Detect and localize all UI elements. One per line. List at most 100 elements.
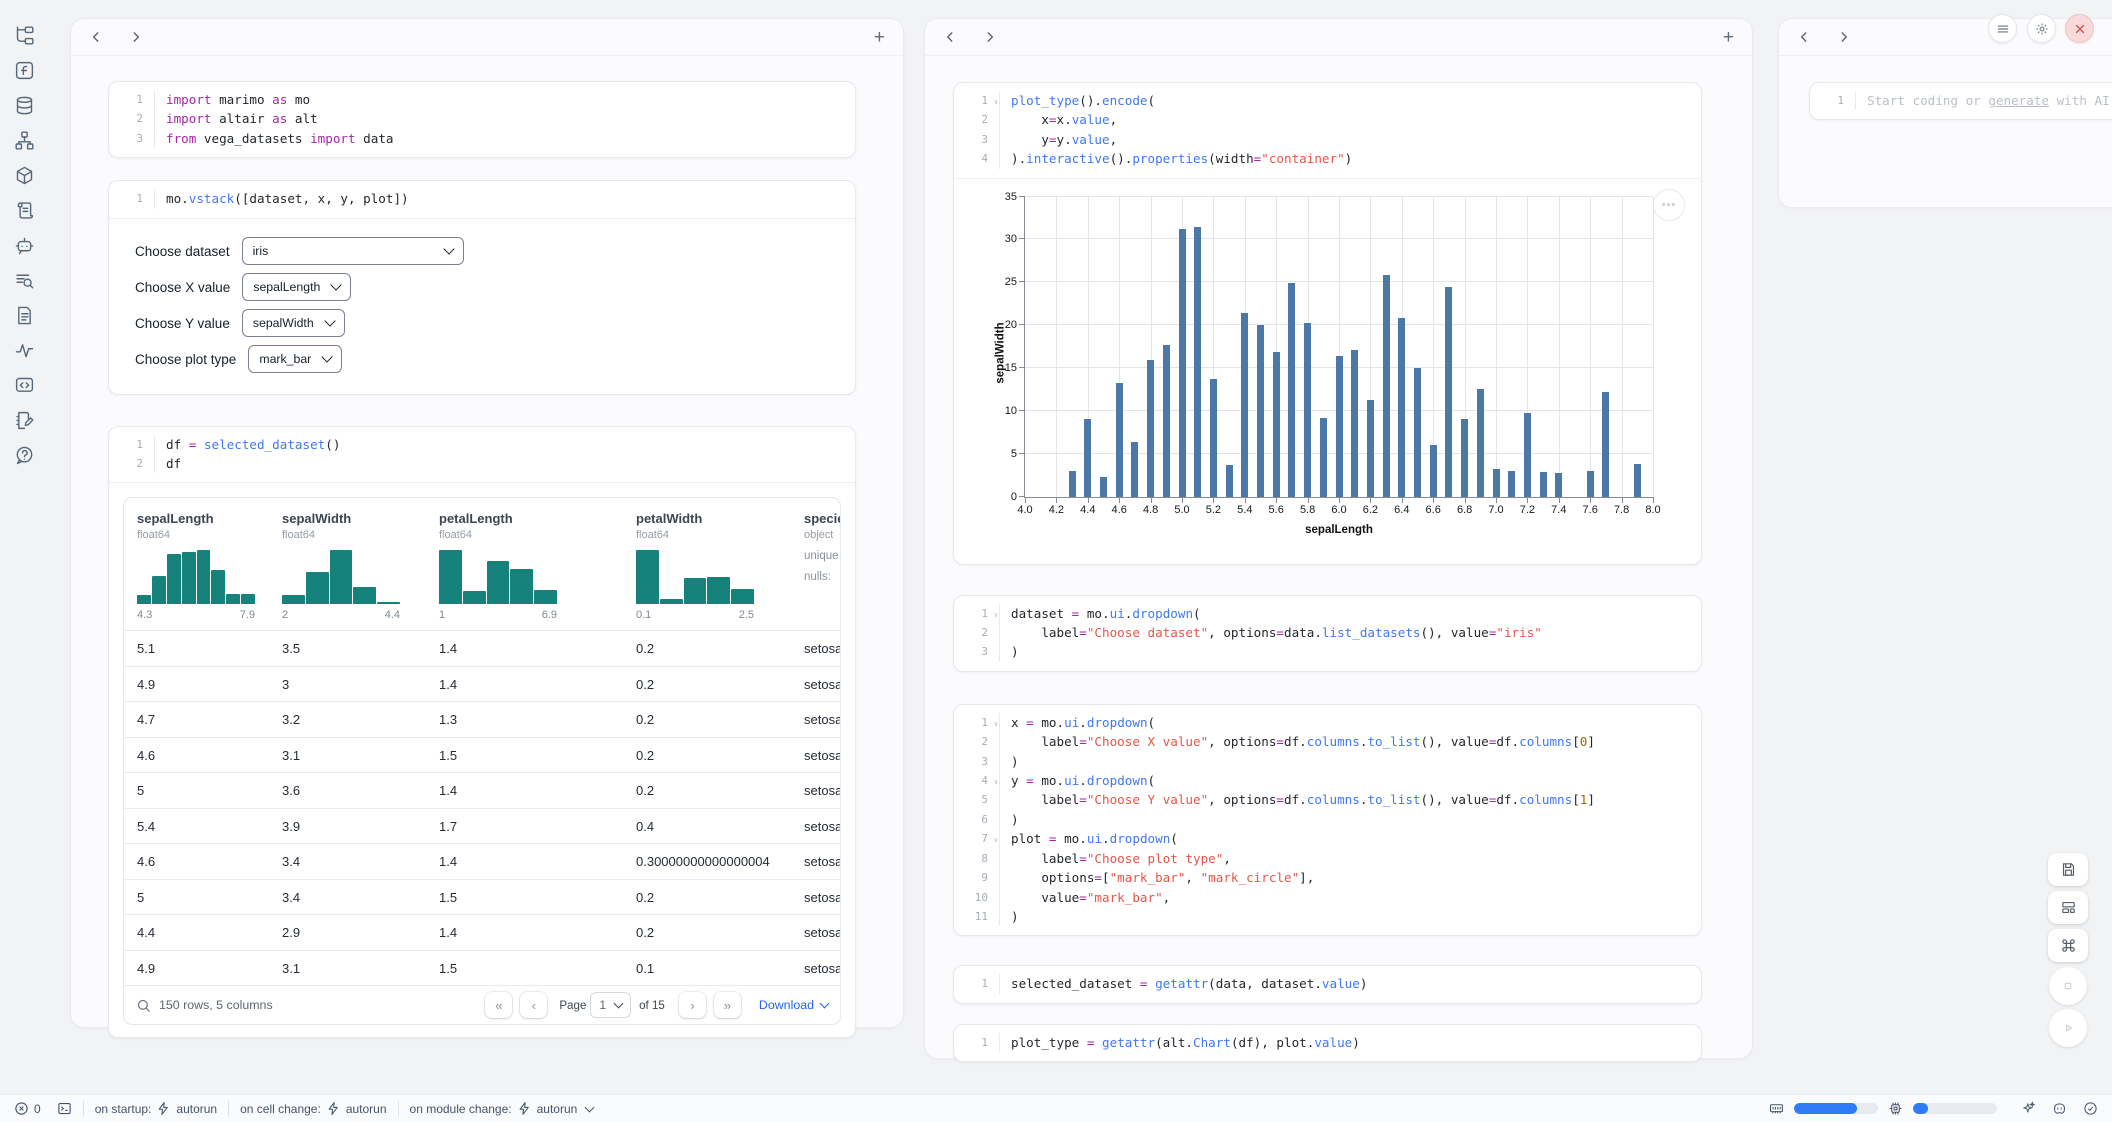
code-editor[interactable]: 1df = selected_dataset()2df (109, 427, 855, 483)
cell-dataframe[interactable]: 1df = selected_dataset()2df sepalLengthf… (108, 426, 856, 1039)
chart-bar[interactable] (1430, 445, 1437, 496)
activity-icon[interactable] (13, 339, 35, 361)
chevron-right-icon[interactable] (129, 30, 143, 44)
help-icon[interactable] (13, 444, 35, 466)
chevron-left-icon[interactable] (89, 30, 103, 44)
dropdown-select[interactable]: iris (242, 237, 464, 265)
table-row[interactable]: 4.42.91.40.2setosa (124, 914, 840, 950)
chart-actions-button[interactable]: ••• (1653, 189, 1685, 221)
table-row[interactable]: 4.93.11.50.1setosa (124, 950, 840, 986)
page-select[interactable]: 1 (590, 992, 631, 1018)
close-button[interactable] (2065, 14, 2094, 43)
chart-bar[interactable] (1461, 419, 1468, 496)
table-column-header[interactable]: speciesobjectuniquenulls: (791, 511, 841, 630)
code-line[interactable]: 1mo.vstack([dataset, x, y, plot]) (109, 189, 855, 208)
dropdown-select[interactable]: mark_bar (248, 345, 342, 373)
chart-bar[interactable] (1147, 360, 1154, 496)
run-button[interactable] (2049, 1009, 2087, 1047)
chart-bar[interactable] (1336, 356, 1343, 497)
code-line[interactable]: 3) (954, 642, 1701, 661)
chart-bar[interactable] (1084, 419, 1091, 497)
table-row[interactable]: 4.73.21.30.2setosa (124, 701, 840, 737)
chart-bar[interactable] (1069, 471, 1076, 497)
table-row[interactable]: 5.43.91.70.4setosa (124, 808, 840, 844)
code-line[interactable]: 10 value="mark_bar", (954, 888, 1701, 907)
keyboard-shortcuts-button[interactable] (2048, 929, 2088, 962)
chart-bar[interactable] (1100, 477, 1107, 497)
chart-bar[interactable] (1524, 413, 1531, 497)
empty-cell-placeholder[interactable]: Start coding or generate with AI. (1855, 91, 2112, 110)
last-page-button[interactable]: » (714, 992, 741, 1018)
function-icon[interactable] (13, 59, 35, 81)
generate-link[interactable]: generate (1988, 93, 2049, 108)
scratchpad-icon[interactable] (13, 409, 35, 431)
code-editor[interactable]: 1selected_dataset = getattr(data, datase… (954, 966, 1701, 1002)
chart-bar[interactable] (1210, 379, 1217, 496)
code-snippet-icon[interactable] (13, 374, 35, 396)
code-line[interactable]: 11) (954, 907, 1701, 926)
terminal-icon[interactable] (57, 1101, 72, 1116)
cell-plot-type[interactable]: 1plot_type = getattr(alt.Chart(df), plot… (953, 1024, 1702, 1062)
code-line[interactable]: 1∨dataset = mo.ui.dropdown( (954, 604, 1701, 623)
chart-bar[interactable] (1477, 389, 1484, 496)
chart-bar[interactable] (1351, 350, 1358, 497)
chart-bar[interactable] (1288, 283, 1295, 496)
table-column-header[interactable]: sepalLengthfloat644.37.9 (124, 511, 269, 630)
scroll-icon[interactable] (13, 199, 35, 221)
code-editor[interactable]: 1∨dataset = mo.ui.dropdown(2 label="Choo… (954, 596, 1701, 671)
chevron-left-icon[interactable] (1797, 30, 1811, 44)
code-editor[interactable]: 1∨plot_type().encode(2 x=x.value,3 y=y.v… (954, 83, 1701, 178)
settings-button[interactable] (2027, 14, 2056, 43)
table-column-header[interactable]: petalLengthfloat6416.9 (426, 511, 623, 630)
cell-empty[interactable]: 1 Start coding or generate with AI. (1809, 82, 2112, 120)
chart-bar[interactable] (1116, 383, 1123, 497)
code-line[interactable]: 3) (954, 752, 1701, 771)
chevron-right-icon[interactable] (1837, 30, 1851, 44)
layout-button[interactable] (2048, 891, 2088, 924)
stop-button[interactable] (2049, 967, 2087, 1005)
chart-bar[interactable] (1602, 392, 1609, 497)
code-line[interactable]: 2df (109, 454, 855, 473)
chatbot-icon[interactable] (13, 234, 35, 256)
code-line[interactable]: 2 x=x.value, (954, 110, 1701, 129)
table-row[interactable]: 53.41.50.2setosa (124, 879, 840, 915)
table-row[interactable]: 4.63.11.50.2setosa (124, 737, 840, 773)
chart-bar[interactable] (1179, 229, 1186, 496)
chart-bar[interactable] (1508, 471, 1515, 497)
chart-bar[interactable] (1445, 287, 1452, 496)
first-page-button[interactable]: « (485, 992, 512, 1018)
code-line[interactable]: 1import marimo as mo (109, 90, 855, 109)
save-button[interactable] (2048, 853, 2088, 886)
chart-bar[interactable] (1367, 400, 1374, 497)
chart-bar[interactable] (1273, 352, 1280, 497)
add-cell-button[interactable]: + (874, 28, 885, 47)
ai-sparkles-icon[interactable] (2021, 1101, 2036, 1116)
code-editor[interactable]: 1∨x = mo.ui.dropdown(2 label="Choose X v… (954, 705, 1701, 935)
code-line[interactable]: 2 label="Choose dataset", options=data.l… (954, 623, 1701, 642)
cell-vstack[interactable]: 1mo.vstack([dataset, x, y, plot]) Choose… (108, 180, 856, 394)
chart-bar[interactable] (1163, 345, 1170, 497)
code-line[interactable]: 1∨x = mo.ui.dropdown( (954, 713, 1701, 732)
chart-bar[interactable] (1257, 325, 1264, 496)
sitemap-icon[interactable] (13, 129, 35, 151)
cell-xy-plot-dropdowns[interactable]: 1∨x = mo.ui.dropdown(2 label="Choose X v… (953, 704, 1702, 936)
connection-status-icon[interactable] (2083, 1101, 2098, 1116)
next-page-button[interactable]: › (679, 992, 706, 1018)
chart-bar[interactable] (1398, 318, 1405, 496)
download-button[interactable]: Download (759, 998, 828, 1012)
autorun-setting[interactable]: on module change:autorun (410, 1101, 594, 1116)
chart-bar[interactable] (1226, 465, 1233, 497)
table-column-header[interactable]: sepalWidthfloat6424.4 (269, 511, 426, 630)
code-line[interactable]: 4∨y = mo.ui.dropdown( (954, 771, 1701, 790)
error-count-icon[interactable] (14, 1101, 29, 1116)
chevron-left-icon[interactable] (943, 30, 957, 44)
code-line[interactable]: 4).interactive().properties(width="conta… (954, 149, 1701, 168)
chart-bar[interactable] (1320, 418, 1327, 497)
menu-button[interactable] (1988, 14, 2017, 43)
code-line[interactable]: 1df = selected_dataset() (109, 435, 855, 454)
code-line[interactable]: 2 label="Choose X value", options=df.col… (954, 732, 1701, 751)
code-line[interactable]: 6) (954, 810, 1701, 829)
prev-page-button[interactable]: ‹ (520, 992, 547, 1018)
search-icon[interactable] (136, 998, 151, 1013)
table-column-header[interactable]: petalWidthfloat640.12.5 (623, 511, 791, 630)
